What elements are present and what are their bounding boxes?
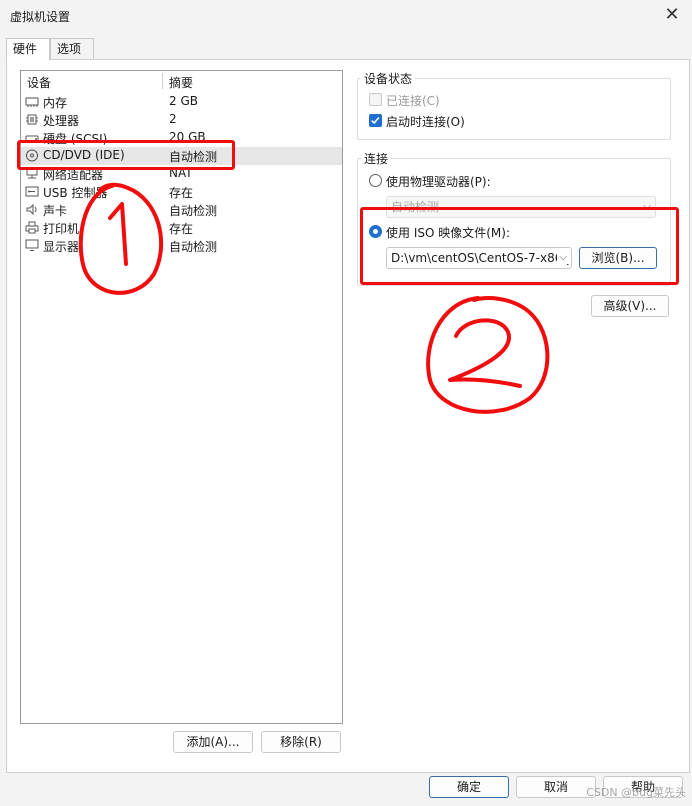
device-row-processor[interactable]: 处理器 2: [21, 111, 342, 129]
connect-at-power-on-label: 启动时连接(O): [386, 115, 465, 129]
list-header: 设备 摘要: [21, 71, 342, 91]
device-name: 处理器: [43, 114, 80, 128]
window-title: 虚拟机设置: [10, 10, 71, 24]
advanced-button[interactable]: 高级(V)...: [591, 295, 669, 317]
device-summary: 存在: [169, 222, 194, 236]
watermark: CSDN @bug菜先头: [586, 786, 686, 799]
connect-at-power-on-checkbox[interactable]: [369, 114, 382, 127]
connected-label: 已连接(C): [386, 94, 440, 108]
remove-device-button[interactable]: 移除(R): [261, 731, 341, 753]
annotation-box-cd-dvd: [17, 140, 235, 170]
memory-icon: [25, 97, 39, 107]
connection-title: 连接: [361, 150, 392, 167]
connected-checkbox[interactable]: [369, 93, 382, 106]
device-status-title: 设备状态: [361, 70, 416, 87]
tab-hardware[interactable]: 硬件: [6, 38, 50, 60]
column-separator[interactable]: [162, 73, 163, 89]
physical-drive-radio[interactable]: [369, 174, 382, 187]
device-name: 内存: [43, 96, 68, 110]
title-bar: 虚拟机设置 ✕: [0, 0, 692, 32]
device-summary: 自动检测: [169, 240, 218, 254]
printer-icon: [25, 221, 39, 234]
column-header-device[interactable]: 设备: [27, 74, 51, 91]
physical-drive-label: 使用物理驱动器(P):: [386, 175, 491, 189]
device-summary: 2 GB: [169, 94, 198, 108]
add-device-button[interactable]: 添加(A)...: [173, 731, 253, 753]
device-summary: 存在: [169, 186, 194, 200]
processor-icon: [26, 114, 38, 125]
annotation-circle-2: 2: [426, 296, 550, 414]
device-summary: 自动检测: [169, 204, 218, 218]
display-icon: [25, 239, 39, 251]
checkmark-icon: [371, 117, 380, 125]
column-header-summary[interactable]: 摘要: [169, 74, 193, 91]
device-row-memory[interactable]: 内存 2 GB: [21, 93, 342, 111]
device-summary: 2: [169, 112, 177, 126]
cancel-button[interactable]: 取消: [516, 776, 596, 798]
annotation-circle-1: 1: [78, 182, 164, 295]
annotation-box-iso: [360, 207, 679, 285]
sound-card-icon: [26, 203, 37, 216]
close-icon[interactable]: ✕: [660, 4, 684, 26]
device-status-group: [357, 78, 671, 140]
device-name: 声卡: [43, 204, 68, 218]
usb-icon: [25, 186, 39, 197]
tab-options[interactable]: 选项: [50, 38, 94, 59]
ok-button[interactable]: 确定: [429, 776, 509, 798]
